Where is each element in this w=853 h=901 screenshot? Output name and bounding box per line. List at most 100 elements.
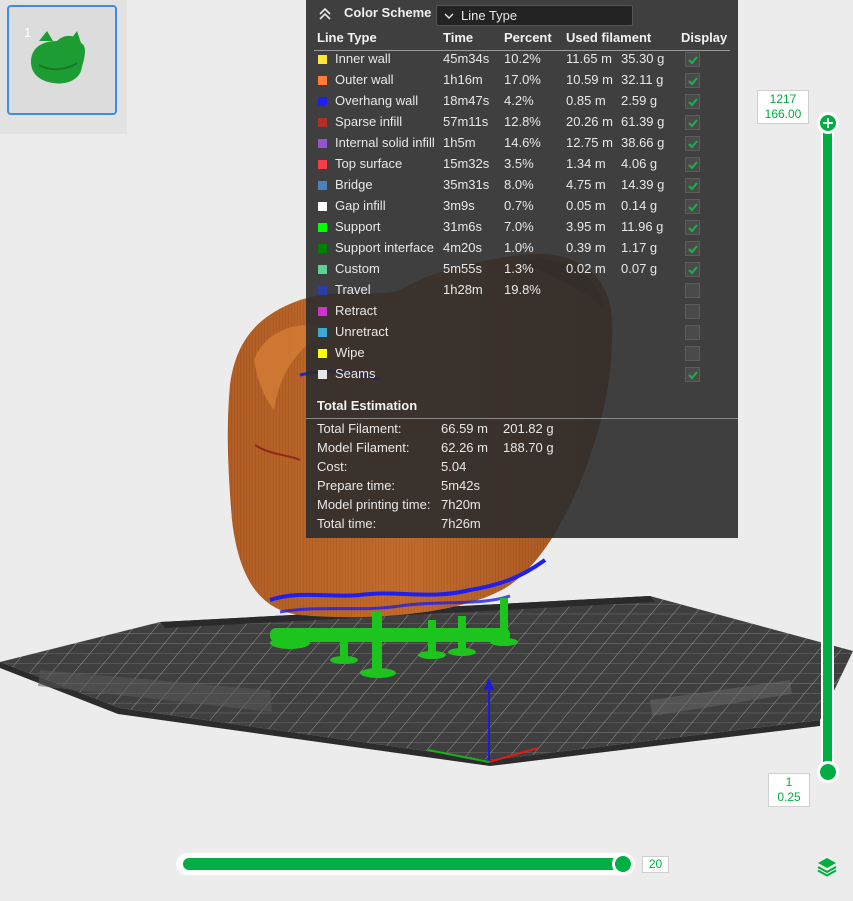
checkmark-icon <box>688 56 698 65</box>
total-label: Total Filament: <box>317 421 402 436</box>
total-value: 7h20m <box>441 497 481 512</box>
total-value-secondary: 201.82 g <box>503 421 554 436</box>
model-thumbnail-icon <box>31 31 86 84</box>
line-color-swatch <box>318 265 327 274</box>
line-color-swatch <box>318 223 327 232</box>
display-checkbox[interactable] <box>685 136 700 151</box>
checkmark-icon <box>688 266 698 275</box>
filament-weight: 38.66 g <box>621 135 665 150</box>
legend-row: Custom 5m55s 1.3% 0.02 m 0.07 g <box>306 260 738 281</box>
display-checkbox[interactable] <box>685 367 700 382</box>
line-percent: 10.2% <box>504 51 541 66</box>
line-percent: 17.0% <box>504 72 541 87</box>
display-checkbox[interactable] <box>685 199 700 214</box>
total-value: 66.59 m <box>441 421 488 436</box>
line-time: 35m31s <box>443 177 490 192</box>
display-checkbox[interactable] <box>685 283 700 298</box>
display-checkbox[interactable] <box>685 157 700 172</box>
display-checkbox[interactable] <box>685 52 700 67</box>
display-checkbox[interactable] <box>685 94 700 109</box>
legend-row: Internal solid infill 1h5m 14.6% 12.75 m 38.… <box>306 134 738 155</box>
filament-length: 3.95 m <box>566 219 606 234</box>
layer-slider-top-handle[interactable] <box>817 112 839 134</box>
checkmark-icon <box>688 203 698 212</box>
legend-row: Sparse infill 57m11s 12.8% 20.26 m 61.39 g <box>306 113 738 134</box>
filament-length: 20.26 m <box>566 114 613 129</box>
total-label: Model Filament: <box>317 440 410 455</box>
line-color-swatch <box>318 328 327 337</box>
display-checkbox[interactable] <box>685 262 700 277</box>
filament-weight: 11.96 g <box>621 219 664 234</box>
display-checkbox[interactable] <box>685 241 700 256</box>
display-checkbox[interactable] <box>685 325 700 340</box>
line-color-swatch <box>318 139 327 148</box>
line-color-swatch <box>318 97 327 106</box>
line-type-name: Sparse infill <box>335 114 403 129</box>
display-checkbox[interactable] <box>685 115 700 130</box>
line-time: 1h28m <box>443 282 483 297</box>
line-color-swatch <box>318 181 327 190</box>
layer-slider-bottom-handle[interactable] <box>817 761 839 783</box>
line-color-swatch <box>318 118 327 127</box>
display-checkbox[interactable] <box>685 304 700 319</box>
move-slider-fill <box>183 858 625 870</box>
line-time: 3m9s <box>443 198 475 213</box>
legend-row: Travel 1h28m 19.8% <box>306 281 738 302</box>
line-type-name: Internal solid infill <box>335 135 435 150</box>
filament-weight: 35.30 g <box>621 51 665 66</box>
legend-row: Overhang wall 18m47s 4.2% 0.85 m 2.59 g <box>306 92 738 113</box>
total-label: Total time: <box>317 516 377 531</box>
filament-weight: 14.39 g <box>621 177 665 192</box>
display-checkbox[interactable] <box>685 178 700 193</box>
filament-weight: 1.17 g <box>621 240 658 255</box>
layer-slider-track[interactable] <box>821 122 834 774</box>
checkmark-icon <box>688 119 698 128</box>
total-estimation-title: Total Estimation <box>317 398 418 413</box>
total-row: Model printing time: 7h20m <box>306 497 738 516</box>
line-type-name: Support interface <box>335 240 435 255</box>
chevron-down-icon <box>444 13 454 19</box>
line-percent: 7.0% <box>504 219 534 234</box>
line-color-swatch <box>318 76 327 85</box>
layers-icon[interactable] <box>816 855 838 877</box>
line-time: 1h5m <box>443 135 476 150</box>
color-scheme-value: Line Type <box>461 8 518 23</box>
filament-length: 0.39 m <box>566 240 606 255</box>
double-chevron-up-icon[interactable] <box>318 7 332 21</box>
total-label: Prepare time: <box>317 478 396 493</box>
color-scheme-dropdown[interactable]: Line Type <box>436 5 633 26</box>
column-header-used-filament: Used filament <box>566 30 652 45</box>
layer-slider-bottom-readout: 1 0.25 <box>768 773 810 807</box>
legend-row: Seams <box>306 365 738 386</box>
line-percent: 4.2% <box>504 93 534 108</box>
line-percent: 1.3% <box>504 261 534 276</box>
line-time: 5m55s <box>443 261 483 276</box>
line-color-swatch <box>318 349 327 358</box>
line-color-swatch <box>318 55 327 64</box>
line-time: 31m6s <box>443 219 483 234</box>
checkmark-icon <box>688 224 698 233</box>
line-type-name: Bridge <box>335 177 373 192</box>
display-checkbox[interactable] <box>685 346 700 361</box>
filament-length: 0.05 m <box>566 198 606 213</box>
total-row: Model Filament: 62.26 m 188.70 g <box>306 440 738 459</box>
plate-thumbnail[interactable]: 1 <box>7 5 117 115</box>
line-color-swatch <box>318 160 327 169</box>
checkmark-icon <box>688 140 698 149</box>
line-type-name: Outer wall <box>335 72 394 87</box>
filament-weight: 0.07 g <box>621 261 658 276</box>
move-slider-handle[interactable] <box>612 853 634 875</box>
display-checkbox[interactable] <box>685 73 700 88</box>
legend-row: Top surface 15m32s 3.5% 1.34 m 4.06 g <box>306 155 738 176</box>
line-type-name: Unretract <box>335 324 389 339</box>
column-header-display: Display <box>681 30 728 45</box>
print-bed <box>0 596 853 766</box>
filament-weight: 0.14 g <box>621 198 658 213</box>
line-type-name: Wipe <box>335 345 365 360</box>
total-value: 5.04 <box>441 459 467 474</box>
plate-thumbnail-panel: 1 <box>0 0 127 134</box>
display-checkbox[interactable] <box>685 220 700 235</box>
total-row: Total Filament: 66.59 m 201.82 g <box>306 421 738 440</box>
line-percent: 8.0% <box>504 177 534 192</box>
filament-length: 0.02 m <box>566 261 606 276</box>
